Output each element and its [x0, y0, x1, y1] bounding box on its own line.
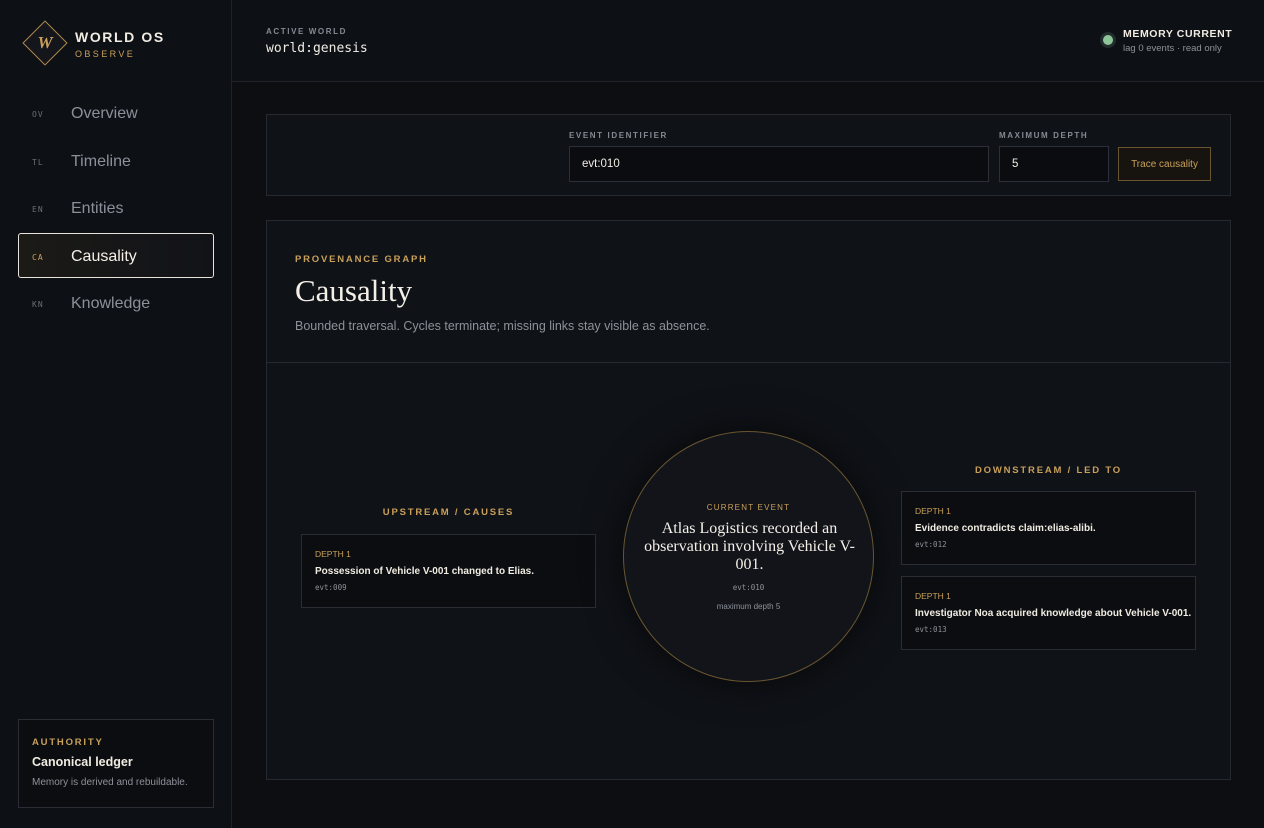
graph-header: PROVENANCE GRAPH Causality Bounded trave… — [267, 221, 1230, 363]
memory-status-subtitle: lag 0 events · read only — [1123, 43, 1222, 54]
current-event-kicker: CURRENT EVENT — [706, 503, 791, 512]
card-text: Investigator Noa acquired knowledge abou… — [915, 608, 1192, 619]
top-bar: ACTIVE WORLD world:genesis MEMORY CURREN… — [232, 0, 1264, 82]
memory-status-dot-icon — [1103, 35, 1113, 45]
sidebar-item-knowledge[interactable]: KN Knowledge — [18, 280, 214, 325]
brand-title: WORLD OS — [75, 29, 165, 45]
brand-subtitle: OBSERVE — [75, 49, 136, 59]
upstream-event-card[interactable]: DEPTH 1 Possession of Vehicle V-001 chan… — [301, 534, 596, 608]
card-depth: DEPTH 1 — [915, 591, 951, 601]
downstream-event-card[interactable]: DEPTH 1 Investigator Noa acquired knowle… — [901, 576, 1196, 650]
nav-label: Knowledge — [71, 295, 151, 312]
authority-card: AUTHORITY Canonical ledger Memory is der… — [18, 719, 214, 808]
card-event-id: evt:009 — [315, 583, 347, 592]
nav-label: Timeline — [71, 152, 131, 170]
nav-label: Overview — [71, 105, 138, 122]
nav-code: OV — [32, 110, 44, 119]
event-identifier-label: EVENT IDENTIFIER — [569, 131, 668, 140]
card-text: Evidence contradicts claim:elias-alibi. — [915, 523, 1096, 534]
trace-causality-button[interactable]: Trace causality — [1118, 147, 1211, 181]
authority-title: Canonical ledger — [32, 755, 133, 769]
current-event-text: Atlas Logistics recorded an observation … — [644, 520, 855, 573]
graph-description: Bounded traversal. Cycles terminate; mis… — [295, 319, 710, 333]
nav-code: TL — [32, 157, 44, 167]
current-event-node: CURRENT EVENT Atlas Logistics recorded a… — [623, 431, 874, 682]
card-text: Possession of Vehicle V-001 changed to E… — [315, 566, 534, 577]
trace-form: EVENT IDENTIFIER evt:010 MAXIMUM DEPTH 5… — [266, 114, 1231, 196]
sidebar-item-causality[interactable]: CA Causality — [18, 232, 214, 278]
downstream-heading: DOWNSTREAM / LED TO — [975, 465, 1122, 476]
current-event-id: evt:010 — [732, 583, 765, 592]
brand[interactable]: W WORLD OS OBSERVE — [20, 18, 220, 70]
card-depth: DEPTH 1 — [915, 506, 951, 516]
downstream-event-card[interactable]: DEPTH 1 Evidence contradicts claim:elias… — [901, 491, 1196, 565]
page-title: Causality — [295, 273, 413, 308]
provenance-graph-panel: PROVENANCE GRAPH Causality Bounded trave… — [266, 220, 1231, 780]
nav-code: CA — [32, 252, 44, 262]
maximum-depth-label: MAXIMUM DEPTH — [999, 131, 1089, 140]
nav-label: Entities — [71, 200, 124, 217]
active-world-label: ACTIVE WORLD — [266, 27, 347, 36]
sidebar: W WORLD OS OBSERVE OV Overview TL Timeli… — [0, 0, 232, 828]
sidebar-item-timeline[interactable]: TL Timeline — [18, 138, 214, 183]
card-event-id: evt:013 — [915, 625, 947, 634]
card-event-id: evt:012 — [915, 540, 947, 549]
active-world-value: world:genesis — [266, 41, 368, 56]
brand-logo-letter: W — [37, 33, 53, 52]
graph-kicker: PROVENANCE GRAPH — [295, 254, 428, 265]
sidebar-item-overview[interactable]: OV Overview — [18, 90, 214, 135]
nav-code: EN — [32, 205, 44, 214]
maximum-depth-input[interactable]: 5 — [999, 146, 1109, 182]
sidebar-item-entities[interactable]: EN Entities — [18, 185, 214, 230]
event-identifier-input[interactable]: evt:010 — [569, 146, 989, 182]
current-event-depth: maximum depth 5 — [716, 602, 781, 611]
memory-status-title: MEMORY CURRENT — [1123, 28, 1233, 40]
authority-kicker: AUTHORITY — [32, 737, 104, 748]
card-depth: DEPTH 1 — [315, 549, 351, 559]
upstream-heading: UPSTREAM / CAUSES — [382, 507, 515, 518]
nav-code: KN — [32, 300, 44, 309]
nav-label: Causality — [71, 247, 137, 265]
authority-description: Memory is derived and rebuildable. — [32, 777, 188, 788]
sidebar-nav: OV Overview TL Timeline EN Entities CA C… — [18, 90, 214, 328]
